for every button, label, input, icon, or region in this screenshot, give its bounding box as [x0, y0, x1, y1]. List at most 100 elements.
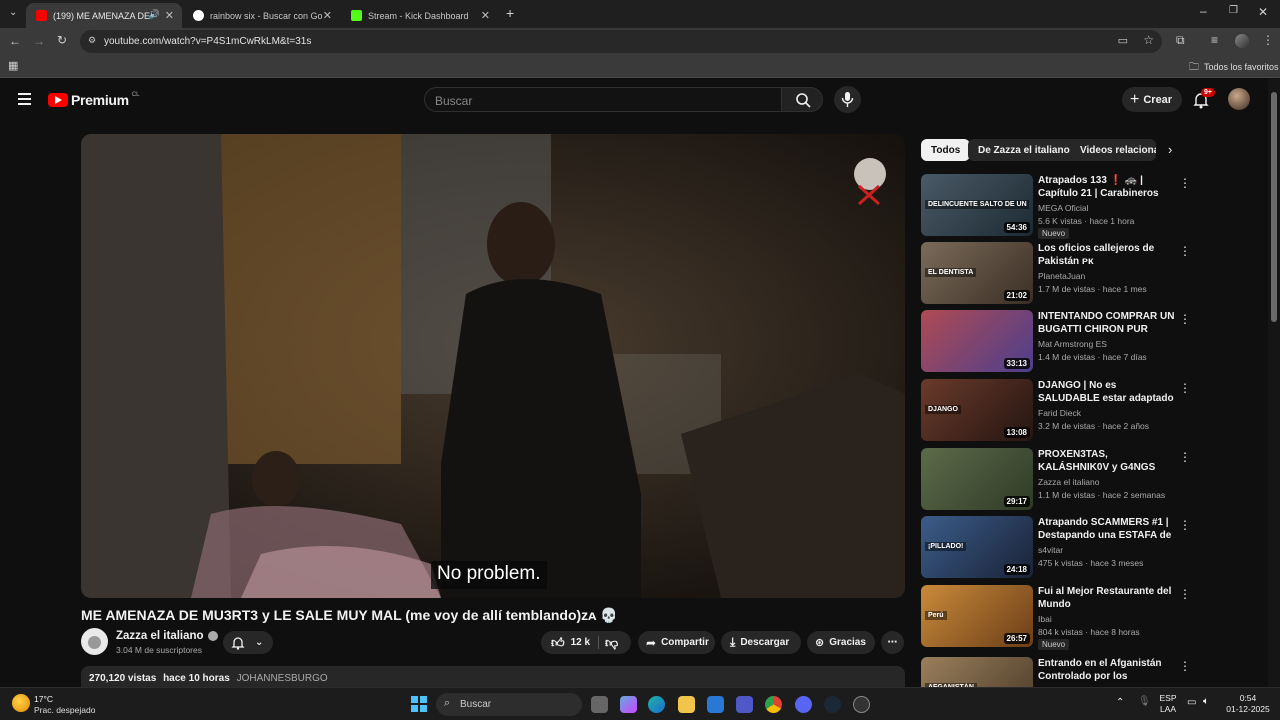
- more-options-icon[interactable]: ⋮: [1179, 312, 1191, 326]
- recommendation-title[interactable]: Atrapados 133 ❗ 🚓 | Capítulo 21 | Carabi…: [1038, 174, 1175, 201]
- close-tab-icon[interactable]: ✕: [323, 9, 332, 22]
- cast-icon[interactable]: ▭: [1118, 34, 1128, 47]
- recommendation-item[interactable]: DJANGO 13:08 DJANGO | No es SALUDABLE esta…: [921, 379, 1191, 441]
- speaker-icon[interactable]: 🔊: [149, 9, 160, 20]
- tab-google-search[interactable]: rainbow six - Buscar con Google ✕: [183, 3, 340, 28]
- recommendation-item[interactable]: EL DENTISTA 21:02 Los oficios callejeros d…: [921, 242, 1191, 304]
- site-info-icon[interactable]: ⚙: [88, 35, 96, 46]
- description-box[interactable]: 270,120 vistas hace 10 horas JOHANNESBUR…: [81, 666, 905, 687]
- video-thumbnail[interactable]: 29:17: [921, 448, 1033, 510]
- windows-start-icon[interactable]: [411, 696, 427, 712]
- restore-icon[interactable]: ❐: [1229, 5, 1238, 16]
- discord-icon[interactable]: [795, 696, 812, 713]
- scrollbar-thumb[interactable]: [1271, 92, 1277, 322]
- recommendation-title[interactable]: INTENTANDO COMPRAR UN BUGATTI CHIRON PUR…: [1038, 310, 1175, 337]
- file-explorer-icon[interactable]: [678, 696, 695, 713]
- video-thumbnail[interactable]: DELINCUENTE SALTÓ DE UN EDIFICIO PARA ES…: [921, 174, 1033, 236]
- taskbar-search-box[interactable]: ⌕ Buscar: [436, 693, 582, 716]
- search-input[interactable]: Buscar: [424, 87, 782, 112]
- thumbs-up-icon[interactable]: 👍︎: [551, 635, 565, 651]
- recommendation-item[interactable]: 29:17 PROXEN3TAS, KALÁSHNIK0V y G4NGS NIG…: [921, 448, 1191, 510]
- weather-temperature[interactable]: 17°C: [34, 694, 53, 704]
- video-thumbnail[interactable]: 33:13: [921, 310, 1033, 372]
- youtube-logo[interactable]: Premium CL: [48, 92, 139, 108]
- extensions-icon[interactable]: ⧉: [1176, 33, 1185, 48]
- recommendation-channel[interactable]: s4vitar: [1038, 545, 1063, 555]
- recommendation-item[interactable]: DELINCUENTE SALTÓ DE UN EDIFICIO PARA ES…: [921, 174, 1191, 239]
- recommendation-title[interactable]: Los oficios callejeros de Pakistán ᴘᴋ: [1038, 242, 1175, 268]
- video-thumbnail[interactable]: Perú 26:57: [921, 585, 1033, 647]
- teams-icon[interactable]: [736, 696, 753, 713]
- mail-icon[interactable]: [707, 696, 724, 713]
- page-scrollbar[interactable]: [1268, 79, 1280, 687]
- more-options-icon[interactable]: ⋮: [1179, 381, 1191, 395]
- recommendation-channel[interactable]: PlanetaJuan: [1038, 271, 1085, 281]
- subscribe-notifications-button[interactable]: ⌄: [223, 631, 273, 654]
- language-indicator[interactable]: ESP LAA: [1157, 693, 1179, 715]
- bookmark-star-icon[interactable]: ☆: [1143, 33, 1154, 47]
- profile-avatar[interactable]: [1235, 34, 1249, 48]
- notifications-button[interactable]: 9+: [1192, 88, 1215, 109]
- thanks-button[interactable]: ⊛ Gracias: [807, 631, 875, 654]
- more-options-icon[interactable]: ⋮: [1179, 518, 1191, 532]
- clock[interactable]: 0:54 01-12-2025: [1222, 693, 1274, 715]
- recommendation-title[interactable]: Atrapando SCAMMERS #1 | Destapando una E…: [1038, 516, 1175, 543]
- weather-sun-icon[interactable]: [12, 694, 30, 712]
- recommendation-title[interactable]: Fui al Mejor Restaurante del Mundo: [1038, 585, 1175, 611]
- video-thumbnail[interactable]: DJANGO 13:08: [921, 379, 1033, 441]
- menu-kebab-icon[interactable]: ⋮: [1262, 33, 1274, 47]
- minimize-icon[interactable]: –: [1200, 4, 1207, 18]
- forward-icon[interactable]: →: [33, 34, 45, 48]
- back-icon[interactable]: ←: [9, 34, 21, 48]
- edge-browser-icon[interactable]: [648, 696, 665, 713]
- chip-related[interactable]: Videos relacionados: [1070, 139, 1156, 161]
- more-options-icon[interactable]: ⋮: [1179, 659, 1191, 673]
- tab-kick-dashboard[interactable]: Stream - Kick Dashboard ✕: [341, 3, 498, 28]
- weather-description[interactable]: Prac. despejado: [34, 705, 95, 715]
- recommendation-item[interactable]: Perú 26:57 Fui al Mejor Restaurante del Mu…: [921, 585, 1191, 650]
- chip-all[interactable]: Todos: [921, 139, 971, 161]
- more-options-icon[interactable]: ⋮: [1179, 176, 1191, 190]
- copilot-icon[interactable]: [620, 696, 637, 713]
- close-tab-icon[interactable]: ✕: [481, 9, 490, 22]
- volume-icon[interactable]: 🔈︎: [1203, 696, 1209, 707]
- create-button[interactable]: + Crear: [1122, 87, 1182, 112]
- recommendation-channel[interactable]: Zazza el italiano: [1038, 477, 1099, 487]
- recommendation-channel[interactable]: Ibai: [1038, 614, 1052, 624]
- recommendation-title[interactable]: PROXEN3TAS, KALÁSHNIK0V y G4NGS NIGERIAN…: [1038, 448, 1175, 475]
- close-tab-icon[interactable]: ✕: [165, 9, 174, 22]
- close-window-icon[interactable]: ✕: [1258, 5, 1268, 19]
- search-button[interactable]: [781, 87, 823, 112]
- chrome-icon[interactable]: [765, 696, 782, 713]
- reload-icon[interactable]: ↻: [57, 33, 67, 47]
- reading-list-icon[interactable]: ≡: [1211, 33, 1218, 47]
- recommendation-item[interactable]: 33:13 INTENTANDO COMPRAR UN BUGATTI CHIRO…: [921, 310, 1191, 372]
- tray-chevron-up-icon[interactable]: ⌃: [1116, 697, 1124, 708]
- video-thumbnail[interactable]: AFGANISTÁN: [921, 657, 1033, 687]
- all-bookmarks-label[interactable]: Todos los favoritos: [1204, 62, 1279, 72]
- recommendation-channel[interactable]: Mat Armstrong ES: [1038, 339, 1107, 349]
- more-options-icon[interactable]: ⋮: [1179, 587, 1191, 601]
- recommendation-item[interactable]: AFGANISTÁNEntrando en el Afganistán Cont…: [921, 657, 1191, 687]
- video-thumbnail[interactable]: ¡PILLADO! 24:18: [921, 516, 1033, 578]
- recommendation-item[interactable]: ¡PILLADO! 24:18 Atrapando SCAMMERS #1 | De…: [921, 516, 1191, 578]
- share-button[interactable]: ➦ Compartir: [638, 631, 715, 654]
- steam-icon[interactable]: [824, 696, 841, 713]
- tab-search-chevron-icon[interactable]: ⌄: [9, 7, 17, 18]
- more-options-icon[interactable]: ⋮: [1179, 450, 1191, 464]
- tab-youtube-video[interactable]: (199) ME AMENAZA DE MU3RT3 y LE SALE MUY…: [26, 3, 182, 28]
- video-thumbnail[interactable]: EL DENTISTA 21:02: [921, 242, 1033, 304]
- recommendation-title[interactable]: Entrando en el Afganistán Controlado por…: [1038, 657, 1175, 684]
- task-view-icon[interactable]: [591, 696, 608, 713]
- voice-search-button[interactable]: [834, 86, 861, 113]
- recommendation-channel[interactable]: MEGA Oficial: [1038, 203, 1089, 213]
- like-count[interactable]: 12 k: [571, 637, 590, 648]
- chip-from-channel[interactable]: De Zazza el italiano: [968, 139, 1080, 161]
- network-icon[interactable]: ▭: [1187, 697, 1196, 708]
- recommendation-title[interactable]: DJANGO | No es SALUDABLE estar adaptado …: [1038, 379, 1175, 406]
- chevron-right-icon[interactable]: ›: [1168, 142, 1172, 157]
- hamburger-menu-icon[interactable]: [18, 93, 31, 105]
- new-tab-icon[interactable]: +: [506, 5, 514, 21]
- download-button[interactable]: ⤓ Descargar: [721, 631, 801, 654]
- more-options-icon[interactable]: ⋮: [1179, 244, 1191, 258]
